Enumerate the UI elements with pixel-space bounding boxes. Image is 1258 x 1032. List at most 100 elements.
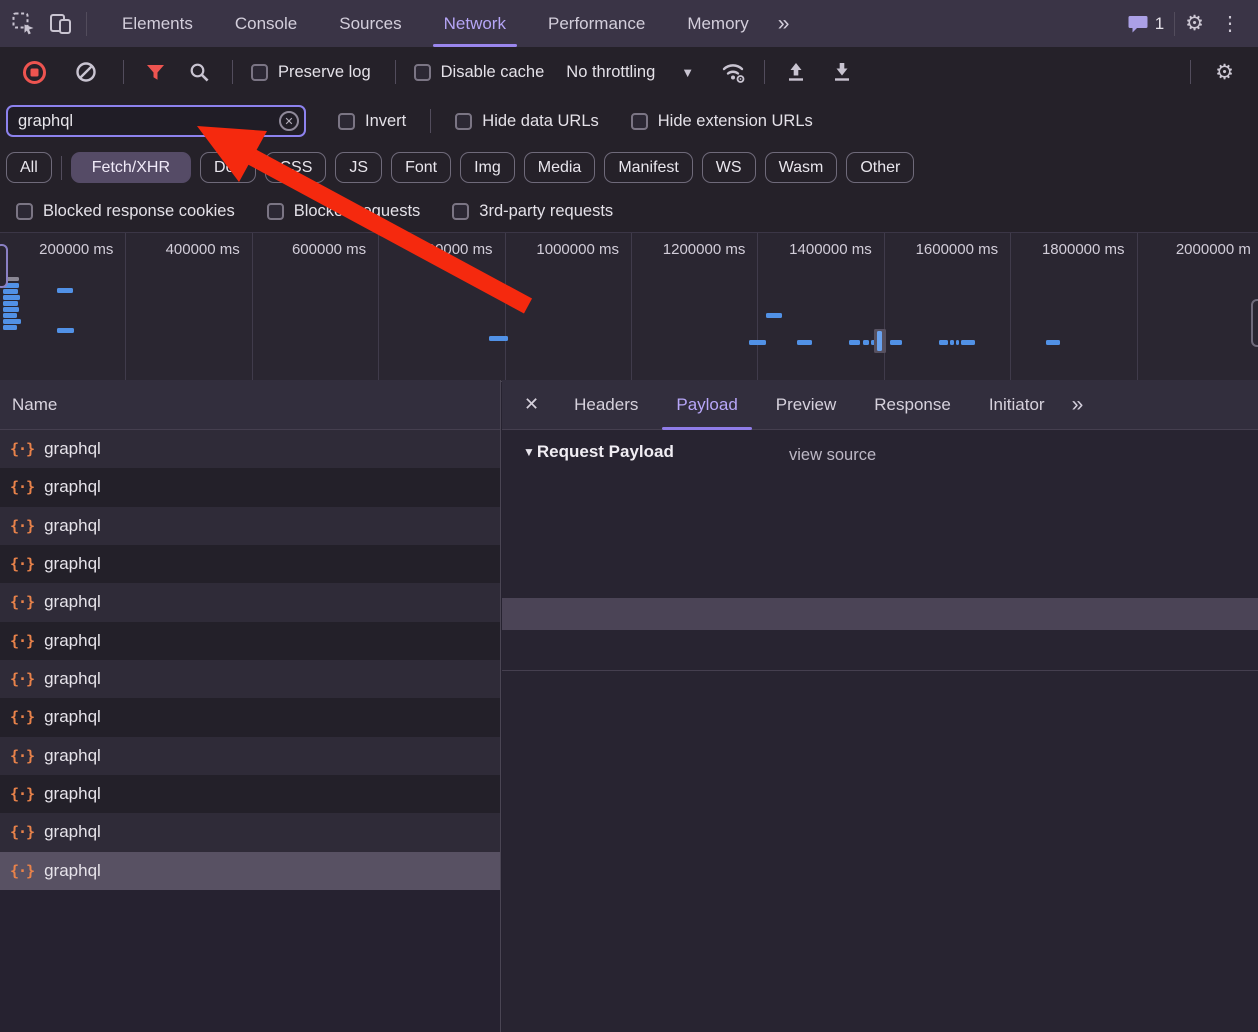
details-tab-preview[interactable]: Preview [757, 380, 855, 430]
request-row[interactable]: {·}graphql [0, 545, 500, 583]
tab-elements[interactable]: Elements [101, 0, 214, 47]
clear-filter-icon[interactable]: ✕ [279, 111, 299, 131]
chip-fetch-xhr[interactable]: Fetch/XHR [71, 152, 191, 183]
payload-panel: ▼ Request Payload view source ▼ {operati… [502, 430, 1258, 1032]
triangle-down-icon: ▼ [523, 445, 535, 459]
network-activity-mark [890, 340, 902, 345]
blocked-response-cookies-checkbox[interactable]: Blocked response cookies [16, 202, 235, 221]
chip-all[interactable]: All [6, 152, 52, 183]
details-tab-payload[interactable]: Payload [657, 380, 756, 430]
request-row[interactable]: {·}graphql [0, 852, 500, 890]
more-options-icon[interactable]: ⋮ [1214, 11, 1246, 36]
name-column-header[interactable]: Name [0, 380, 500, 430]
divider [232, 60, 233, 84]
network-overview-timeline[interactable]: 200000 ms400000 ms600000 ms800000 ms1000… [0, 232, 1258, 382]
request-row[interactable]: {·}graphql [0, 698, 500, 736]
tab-sources[interactable]: Sources [318, 0, 422, 47]
inspect-element-icon[interactable] [12, 12, 35, 35]
details-tab-headers[interactable]: Headers [555, 380, 657, 430]
request-row[interactable]: {·}graphql [0, 660, 500, 698]
network-activity-mark [3, 295, 20, 300]
overflow-details-tabs-icon[interactable]: » [1064, 381, 1090, 428]
network-activity-mark [3, 289, 18, 294]
blocked-requests-label: Blocked requests [294, 202, 421, 221]
request-name: graphql [44, 784, 101, 804]
json-file-icon: {·} [10, 823, 34, 841]
chip-wasm[interactable]: Wasm [765, 152, 838, 183]
network-settings-gear-icon[interactable]: ⚙ [1215, 60, 1234, 85]
request-details-panel: ✕ HeadersPayloadPreviewResponseInitiator… [502, 380, 1258, 1032]
chip-img[interactable]: Img [460, 152, 515, 183]
request-row[interactable]: {·}graphql [0, 507, 500, 545]
request-row[interactable]: {·}graphql [0, 430, 500, 468]
timeline-right-handle[interactable] [1251, 299, 1258, 347]
clear-network-log-icon[interactable] [75, 61, 97, 83]
3rd-party-requests-checkbox[interactable]: 3rd-party requests [452, 202, 613, 221]
request-row[interactable]: {·}graphql [0, 622, 500, 660]
chip-doc[interactable]: Doc [200, 152, 256, 183]
settings-gear-icon[interactable]: ⚙ [1185, 11, 1204, 36]
timeline-tick-label: 2000000 m [1138, 233, 1258, 381]
filter-funnel-icon[interactable] [146, 64, 165, 81]
search-icon[interactable] [189, 62, 210, 83]
throttling-select[interactable]: No throttling ▼ [566, 63, 694, 82]
details-tab-initiator[interactable]: Initiator [970, 380, 1064, 430]
export-har-icon[interactable] [831, 61, 853, 83]
network-activity-mark [3, 325, 17, 330]
checkbox-box [338, 113, 355, 130]
issues-count: 1 [1155, 14, 1164, 34]
chip-js[interactable]: JS [335, 152, 382, 183]
chip-manifest[interactable]: Manifest [604, 152, 692, 183]
close-details-icon[interactable]: ✕ [502, 394, 555, 415]
request-row[interactable]: {·}graphql [0, 583, 500, 621]
timeline-tick-label: 400000 ms [126, 233, 252, 381]
chip-other[interactable]: Other [846, 152, 914, 183]
device-toolbar-icon[interactable] [49, 12, 72, 35]
hide-extension-urls-checkbox[interactable]: Hide extension URLs [631, 112, 813, 131]
request-name: graphql [44, 554, 101, 574]
chip-css[interactable]: CSS [265, 152, 326, 183]
details-tab-response[interactable]: Response [855, 380, 970, 430]
devtools-window: ElementsConsoleSourcesNetworkPerformance… [0, 0, 1258, 1032]
view-source-link[interactable]: view source [789, 446, 876, 465]
request-row[interactable]: {·}graphql [0, 775, 500, 813]
request-payload-section[interactable]: ▼ Request Payload [523, 442, 674, 462]
tab-console[interactable]: Console [214, 0, 318, 47]
request-row[interactable]: {·}graphql [0, 468, 500, 506]
request-row[interactable]: {·}graphql [0, 737, 500, 775]
tab-memory[interactable]: Memory [666, 0, 769, 47]
disable-cache-checkbox[interactable]: Disable cache [414, 63, 545, 82]
payload-query-line-selected[interactable]: query: "query ipFlowTimeseries($accountT… [502, 598, 1258, 630]
record-network-log-button[interactable] [22, 60, 47, 85]
preserve-log-checkbox[interactable]: Preserve log [251, 63, 371, 82]
network-conditions-icon[interactable] [720, 60, 748, 84]
blocked-requests-checkbox[interactable]: Blocked requests [267, 202, 421, 221]
payload-root-line[interactable]: ▼ {operationName: "ipFlowTimeseries", va… [502, 534, 1258, 566]
chip-font[interactable]: Font [391, 152, 451, 183]
chip-media[interactable]: Media [524, 152, 596, 183]
invert-checkbox[interactable]: Invert [338, 112, 406, 131]
payload-operation-line[interactable]: operationName: "ipFlowTimeseries" [502, 566, 1258, 598]
filter-input[interactable] [6, 105, 306, 137]
import-har-icon[interactable] [785, 61, 807, 83]
divider [764, 60, 765, 84]
checkbox-box [452, 203, 469, 220]
hide-data-urls-checkbox[interactable]: Hide data URLs [455, 112, 598, 131]
issues-counter[interactable]: 1 [1128, 14, 1164, 34]
issues-icon [1128, 15, 1148, 33]
resource-type-chips: All Fetch/XHR Doc CSS JS Font Img Media Manifest… [0, 145, 1258, 190]
tab-network[interactable]: Network [423, 0, 527, 47]
timeline-left-handle[interactable] [0, 244, 8, 288]
chip-ws[interactable]: WS [702, 152, 756, 183]
network-activity-mark [1046, 340, 1060, 345]
payload-variables-line[interactable]: ▶ variables: {accountTag: "b12e3b2192ee5… [502, 630, 1258, 662]
filter-input-wrap: ✕ [6, 105, 306, 137]
network-activity-mark [956, 340, 959, 345]
throttling-value: No throttling [566, 63, 655, 82]
requests-panel: Name {·}graphql{·}graphql{·}graphql{·}gr… [0, 380, 501, 1032]
request-row[interactable]: {·}graphql [0, 813, 500, 851]
tab-performance[interactable]: Performance [527, 0, 666, 47]
json-file-icon: {·} [10, 862, 34, 880]
network-activity-mark [3, 307, 19, 312]
overflow-tabs-icon[interactable]: » [770, 0, 796, 47]
